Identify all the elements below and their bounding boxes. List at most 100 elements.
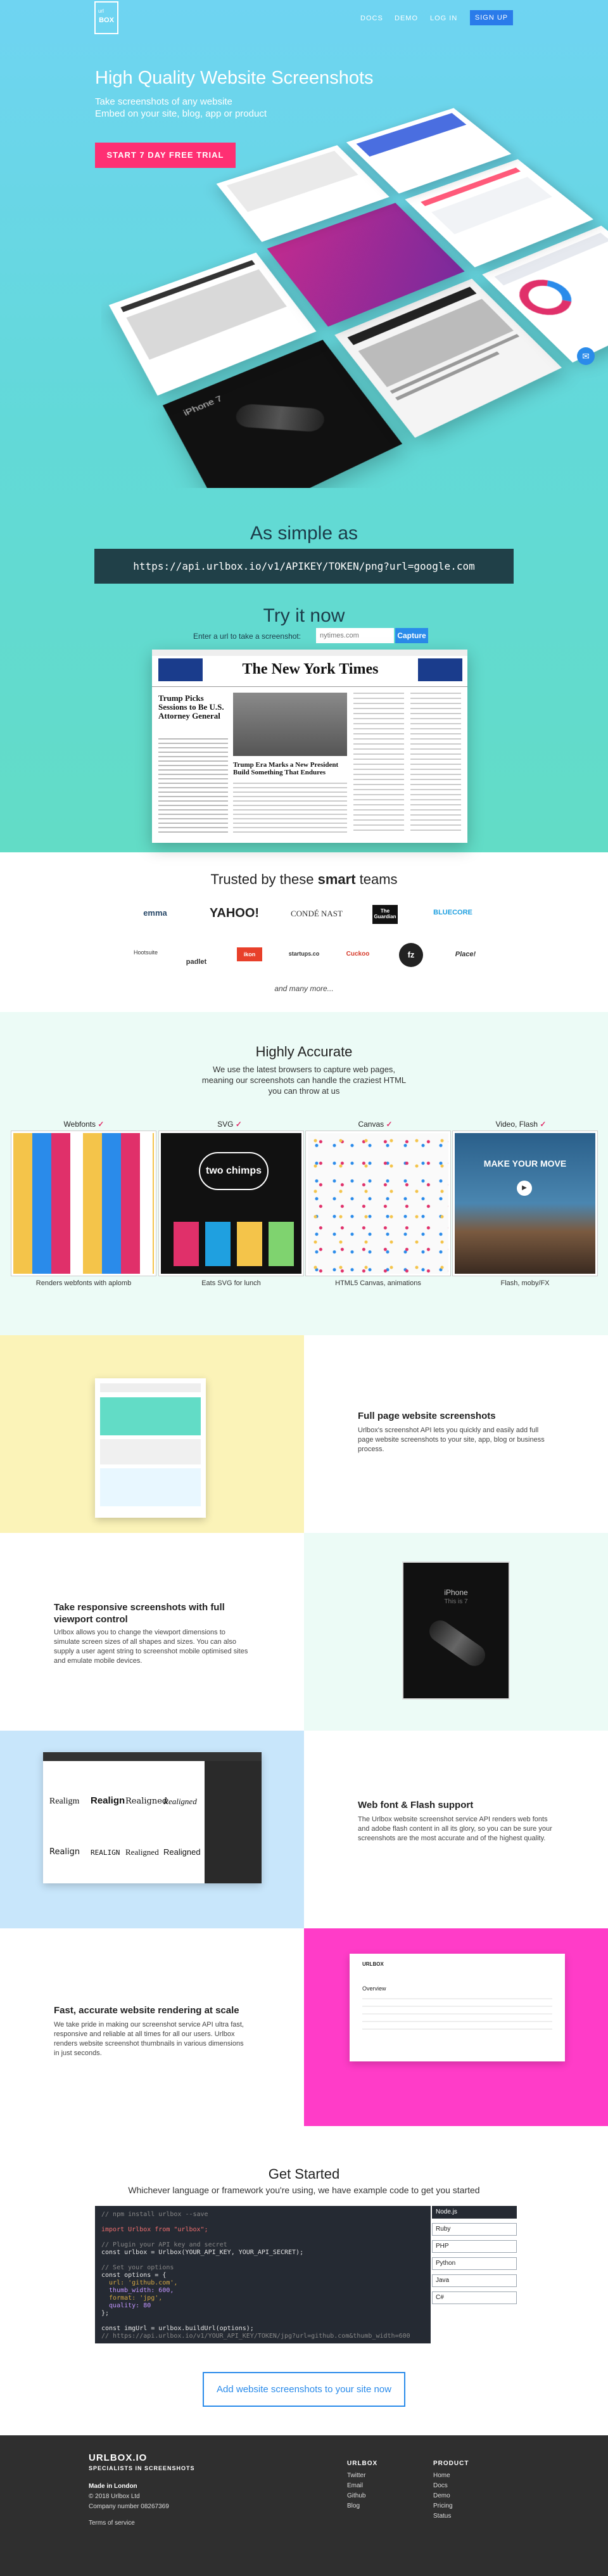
footer-link-home[interactable]: Home xyxy=(433,2471,450,2481)
font-sample-1: Realigm xyxy=(49,1797,80,1806)
signup-button[interactable]: SIGN UP xyxy=(470,10,513,25)
check-icon: ✓ xyxy=(235,1120,242,1129)
logo-guardian: The Guardian xyxy=(372,905,398,924)
footer-link-blog[interactable]: Blog xyxy=(347,2501,360,2511)
footer-link-pricing[interactable]: Pricing xyxy=(433,2501,453,2511)
check-icon: ✓ xyxy=(98,1120,104,1129)
footer-terms-link[interactable]: Terms of service xyxy=(89,2518,135,2528)
logo-startups: startups.co xyxy=(288,951,320,957)
logo-hootsuite: Hootsuite xyxy=(133,949,158,956)
code-line: quality: 80 xyxy=(101,2302,151,2309)
logo-padlet: padlet xyxy=(186,958,207,966)
font-sample-6: REALIGN xyxy=(91,1849,120,1857)
dashboard-logo: URLBOX xyxy=(362,1961,384,1967)
fast-title-prefix: Fast, accurate website rendering at xyxy=(54,2005,216,2016)
play-icon[interactable]: ▶ xyxy=(517,1181,532,1196)
preview-headline: Trump Picks Sessions to Be U.S. Attorney… xyxy=(158,693,224,721)
responsive-row: iPhone This is 7 Take responsive screens… xyxy=(0,1533,608,1731)
tab-csharp[interactable]: C# xyxy=(432,2291,517,2304)
font-sample-5: Realign xyxy=(49,1847,80,1857)
footer-tagline: SPECIALISTS IN SCREENSHOTS xyxy=(89,2465,195,2471)
code-line: // Set your options xyxy=(101,2264,174,2271)
footer-made-in: Made in London xyxy=(89,2483,137,2490)
svg-sample-text: two chimps xyxy=(199,1152,269,1190)
preview-masthead: The New York Times xyxy=(242,661,379,677)
api-url-example: https://api.urlbox.io/v1/APIKEY/TOKEN/pn… xyxy=(94,549,514,584)
tab-ruby[interactable]: Ruby xyxy=(432,2223,517,2236)
url-input-label: Enter a url to take a screenshot: xyxy=(193,632,301,641)
chat-widget-button[interactable]: ✉ xyxy=(577,347,595,365)
logo-small-text: url xyxy=(98,8,104,14)
urlbox-logo[interactable]: url BOX xyxy=(94,1,118,34)
hero-screenshot-collage: iPhone 7 xyxy=(101,70,608,488)
language-tabs: Node.js Ruby PHP Python Java C# xyxy=(431,2206,518,2309)
footer-link-github[interactable]: Github xyxy=(347,2491,365,2501)
trusted-title-suffix: teams xyxy=(355,871,398,887)
dashboard-mock: URLBOX Overview xyxy=(350,1954,565,2061)
capture-button[interactable]: Capture xyxy=(395,628,428,643)
footer-brand[interactable]: URLBOX.IO xyxy=(89,2452,147,2463)
code-line: // npm install urlbox --save xyxy=(101,2211,208,2218)
accurate-subtitle: We use the latest browsers to capture we… xyxy=(0,1064,608,1096)
logo-emma: emma xyxy=(143,908,167,918)
full-page-mock xyxy=(95,1378,206,1518)
logo-place: Place! xyxy=(455,951,476,958)
tab-nodejs[interactable]: Node.js xyxy=(432,2206,517,2219)
accurate-title: Highly Accurate xyxy=(255,1044,353,1060)
responsive-body: Urlbox allows you to change the viewport… xyxy=(54,1629,248,1665)
more-brands-text: and many more... xyxy=(274,984,334,993)
accurate-subtitle-line-3: you can throw at us xyxy=(268,1086,340,1096)
get-started-subtitle: Whichever language or framework you're u… xyxy=(128,2185,480,2195)
logo-conde-nast: CONDÉ NAST xyxy=(291,909,343,918)
code-line: format: 'jpg', xyxy=(101,2295,163,2302)
feature-label: Video, Flash xyxy=(495,1120,538,1129)
fast-title: Fast, accurate website rendering at scal… xyxy=(54,2004,263,2016)
nav-demo[interactable]: DEMO xyxy=(395,15,418,22)
logo-fz: fz xyxy=(399,943,423,967)
font-sample-8: Realigned xyxy=(163,1847,201,1857)
feature-caption-webfonts: Renders webfonts with aplomb xyxy=(35,1279,132,1287)
footer-link-email[interactable]: Email xyxy=(347,2481,363,2491)
footer-link-docs[interactable]: Docs xyxy=(433,2481,448,2491)
phone-subtitle: This is 7 xyxy=(444,1598,468,1605)
font-sample-2: Realign xyxy=(91,1795,125,1806)
full-page-title: Full page website screenshots xyxy=(358,1411,496,1421)
code-line: // Plugin your API key and secret xyxy=(101,2241,227,2248)
code-line: const imgUrl = urlbox.buildUrl(options); xyxy=(101,2325,254,2332)
footer-link-status[interactable]: Status xyxy=(433,2511,451,2522)
get-started-title: Get Started xyxy=(268,2166,340,2182)
code-line: // https://api.urlbox.io/v1/YOUR_API_KEY… xyxy=(101,2333,410,2340)
phone-title: iPhone xyxy=(444,1588,468,1597)
footer-link-twitter[interactable]: Twitter xyxy=(347,2471,365,2481)
footer-company: Company number 08267369 xyxy=(89,2503,169,2510)
nav-login[interactable]: LOG IN xyxy=(430,15,457,22)
add-screenshots-button[interactable]: Add website screenshots to your site now xyxy=(203,2372,405,2407)
dashboard-heading: Overview xyxy=(362,1985,386,1992)
fast-title-bold: scale xyxy=(215,2005,239,2016)
feature-label: Canvas xyxy=(358,1120,384,1129)
tab-python[interactable]: Python xyxy=(432,2257,517,2270)
feature-caption-svg: Eats SVG for lunch xyxy=(201,1279,261,1287)
fast-image-panel: URLBOX Overview xyxy=(304,1928,608,2126)
nav-docs[interactable]: DOCS xyxy=(360,15,383,22)
simple-title: As simple as xyxy=(250,523,358,544)
trusted-title: Trusted by these smart teams xyxy=(0,871,608,888)
logo-text: BOX xyxy=(99,16,114,24)
responsive-title: Take responsive screenshots with full vi… xyxy=(54,1602,225,1625)
tab-php[interactable]: PHP xyxy=(432,2240,517,2253)
full-page-row: Full page website screenshots Urlbox's s… xyxy=(0,1335,608,1533)
feature-webfonts-label: Webfonts ✓ xyxy=(13,1120,155,1129)
check-icon: ✓ xyxy=(540,1120,547,1129)
code-line: }; xyxy=(101,2310,110,2317)
canvas-screenshot xyxy=(306,1131,450,1276)
check-icon: ✓ xyxy=(386,1120,393,1129)
tab-java[interactable]: Java xyxy=(432,2274,517,2287)
logo-yahoo: YAHOO! xyxy=(209,906,260,920)
url-input[interactable] xyxy=(316,628,394,643)
accurate-subtitle-line-1: We use the latest browsers to capture we… xyxy=(212,1065,396,1074)
code-line: import Urlbox from "urlbox"; xyxy=(101,2226,208,2233)
footer-link-demo[interactable]: Demo xyxy=(433,2491,450,2501)
